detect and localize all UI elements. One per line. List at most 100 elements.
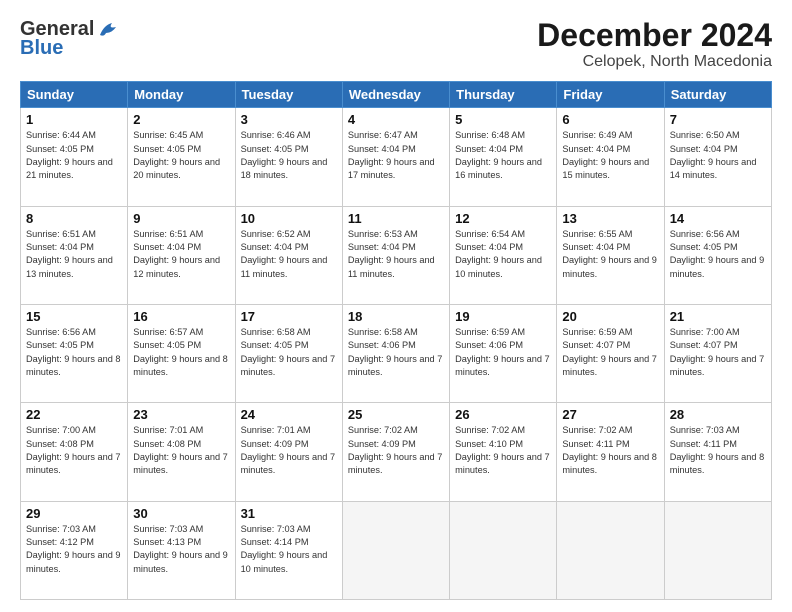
day-info: Sunrise: 6:56 AMSunset: 4:05 PMDaylight:… [670, 228, 766, 281]
day-number: 12 [455, 211, 551, 226]
calendar-week-5: 29 Sunrise: 7:03 AMSunset: 4:12 PMDayligh… [21, 501, 772, 599]
day-info: Sunrise: 6:58 AMSunset: 4:06 PMDaylight:… [348, 326, 444, 379]
day-number: 27 [562, 407, 658, 422]
calendar-cell: 26 Sunrise: 7:02 AMSunset: 4:10 PMDayligh… [450, 403, 557, 501]
calendar-cell: 30Sunrise: 7:03 AMSunset: 4:13 PMDayligh… [128, 501, 235, 599]
day-number: 9 [133, 211, 229, 226]
calendar-cell: 22 Sunrise: 7:00 AMSunset: 4:08 PMDayligh… [21, 403, 128, 501]
day-number: 1 [26, 112, 122, 127]
weekday-header-friday: Friday [557, 82, 664, 108]
title-block: December 2024 Celopek, North Macedonia [537, 18, 772, 71]
calendar-cell: 14 Sunrise: 6:56 AMSunset: 4:05 PMDayligh… [664, 206, 771, 304]
day-info: Sunrise: 6:51 AMSunset: 4:04 PMDaylight:… [133, 228, 229, 281]
day-info: Sunrise: 6:44 AMSunset: 4:05 PMDaylight:… [26, 129, 122, 182]
calendar-cell: 23Sunrise: 7:01 AMSunset: 4:08 PMDayligh… [128, 403, 235, 501]
day-number: 20 [562, 309, 658, 324]
calendar-cell [450, 501, 557, 599]
calendar-cell: 25Sunrise: 7:02 AMSunset: 4:09 PMDayligh… [342, 403, 449, 501]
calendar-cell: 2 Sunrise: 6:45 AMSunset: 4:05 PMDaylight… [128, 108, 235, 206]
weekday-header-wednesday: Wednesday [342, 82, 449, 108]
calendar-cell: 31 Sunrise: 7:03 AMSunset: 4:14 PMDayligh… [235, 501, 342, 599]
day-info: Sunrise: 6:45 AMSunset: 4:05 PMDaylight:… [133, 129, 229, 182]
day-number: 22 [26, 407, 122, 422]
calendar-cell: 29 Sunrise: 7:03 AMSunset: 4:12 PMDayligh… [21, 501, 128, 599]
day-info: Sunrise: 6:49 AMSunset: 4:04 PMDaylight:… [562, 129, 658, 182]
day-info: Sunrise: 6:59 AMSunset: 4:06 PMDaylight:… [455, 326, 551, 379]
calendar-cell: 19 Sunrise: 6:59 AMSunset: 4:06 PMDayligh… [450, 304, 557, 402]
calendar-week-3: 15Sunrise: 6:56 AMSunset: 4:05 PMDayligh… [21, 304, 772, 402]
day-info: Sunrise: 6:52 AMSunset: 4:04 PMDaylight:… [241, 228, 337, 281]
calendar-cell: 10 Sunrise: 6:52 AMSunset: 4:04 PMDayligh… [235, 206, 342, 304]
day-number: 19 [455, 309, 551, 324]
calendar-cell [342, 501, 449, 599]
day-info: Sunrise: 7:00 AMSunset: 4:07 PMDaylight:… [670, 326, 766, 379]
day-number: 3 [241, 112, 337, 127]
day-info: Sunrise: 6:46 AMSunset: 4:05 PMDaylight:… [241, 129, 337, 182]
day-number: 15 [26, 309, 122, 324]
logo-bird-icon [98, 21, 120, 39]
calendar-cell: 20 Sunrise: 6:59 AMSunset: 4:07 PMDayligh… [557, 304, 664, 402]
day-number: 24 [241, 407, 337, 422]
day-number: 18 [348, 309, 444, 324]
calendar-cell: 7 Sunrise: 6:50 AMSunset: 4:04 PMDaylight… [664, 108, 771, 206]
day-info: Sunrise: 7:01 AMSunset: 4:08 PMDaylight:… [133, 424, 229, 477]
calendar-cell: 13Sunrise: 6:55 AMSunset: 4:04 PMDayligh… [557, 206, 664, 304]
day-number: 5 [455, 112, 551, 127]
month-title: December 2024 [537, 18, 772, 53]
calendar-cell: 21Sunrise: 7:00 AMSunset: 4:07 PMDayligh… [664, 304, 771, 402]
logo: General Blue [20, 18, 120, 60]
calendar-week-2: 8 Sunrise: 6:51 AMSunset: 4:04 PMDaylight… [21, 206, 772, 304]
day-info: Sunrise: 7:02 AMSunset: 4:10 PMDaylight:… [455, 424, 551, 477]
day-info: Sunrise: 7:00 AMSunset: 4:08 PMDaylight:… [26, 424, 122, 477]
day-number: 7 [670, 112, 766, 127]
day-number: 31 [241, 506, 337, 521]
day-info: Sunrise: 7:03 AMSunset: 4:11 PMDaylight:… [670, 424, 766, 477]
calendar-cell: 28 Sunrise: 7:03 AMSunset: 4:11 PMDayligh… [664, 403, 771, 501]
weekday-header-thursday: Thursday [450, 82, 557, 108]
calendar-cell: 3 Sunrise: 6:46 AMSunset: 4:05 PMDaylight… [235, 108, 342, 206]
calendar-cell: 8 Sunrise: 6:51 AMSunset: 4:04 PMDaylight… [21, 206, 128, 304]
calendar-cell: 12Sunrise: 6:54 AMSunset: 4:04 PMDayligh… [450, 206, 557, 304]
calendar-cell: 15Sunrise: 6:56 AMSunset: 4:05 PMDayligh… [21, 304, 128, 402]
day-number: 30 [133, 506, 229, 521]
calendar-cell: 5Sunrise: 6:48 AMSunset: 4:04 PMDaylight… [450, 108, 557, 206]
day-number: 8 [26, 211, 122, 226]
day-info: Sunrise: 6:53 AMSunset: 4:04 PMDaylight:… [348, 228, 444, 281]
day-number: 13 [562, 211, 658, 226]
calendar-cell: 4 Sunrise: 6:47 AMSunset: 4:04 PMDaylight… [342, 108, 449, 206]
day-info: Sunrise: 7:02 AMSunset: 4:11 PMDaylight:… [562, 424, 658, 477]
weekday-header-saturday: Saturday [664, 82, 771, 108]
day-info: Sunrise: 7:01 AMSunset: 4:09 PMDaylight:… [241, 424, 337, 477]
calendar-table: SundayMondayTuesdayWednesdayThursdayFrid… [20, 81, 772, 600]
day-info: Sunrise: 7:03 AMSunset: 4:14 PMDaylight:… [241, 523, 337, 576]
calendar-cell: 11 Sunrise: 6:53 AMSunset: 4:04 PMDayligh… [342, 206, 449, 304]
day-number: 17 [241, 309, 337, 324]
weekday-header-row: SundayMondayTuesdayWednesdayThursdayFrid… [21, 82, 772, 108]
logo-blue: Blue [20, 37, 63, 60]
calendar-cell: 16 Sunrise: 6:57 AMSunset: 4:05 PMDayligh… [128, 304, 235, 402]
day-number: 2 [133, 112, 229, 127]
day-info: Sunrise: 6:47 AMSunset: 4:04 PMDaylight:… [348, 129, 444, 182]
day-number: 11 [348, 211, 444, 226]
day-info: Sunrise: 6:59 AMSunset: 4:07 PMDaylight:… [562, 326, 658, 379]
weekday-header-monday: Monday [128, 82, 235, 108]
weekday-header-sunday: Sunday [21, 82, 128, 108]
calendar-cell: 24 Sunrise: 7:01 AMSunset: 4:09 PMDayligh… [235, 403, 342, 501]
day-number: 4 [348, 112, 444, 127]
day-number: 29 [26, 506, 122, 521]
day-number: 16 [133, 309, 229, 324]
calendar-cell: 27 Sunrise: 7:02 AMSunset: 4:11 PMDayligh… [557, 403, 664, 501]
day-info: Sunrise: 6:50 AMSunset: 4:04 PMDaylight:… [670, 129, 766, 182]
day-info: Sunrise: 7:03 AMSunset: 4:12 PMDaylight:… [26, 523, 122, 576]
day-info: Sunrise: 6:57 AMSunset: 4:05 PMDaylight:… [133, 326, 229, 379]
day-number: 26 [455, 407, 551, 422]
calendar-week-1: 1 Sunrise: 6:44 AMSunset: 4:05 PMDaylight… [21, 108, 772, 206]
calendar-cell: 1 Sunrise: 6:44 AMSunset: 4:05 PMDaylight… [21, 108, 128, 206]
day-number: 10 [241, 211, 337, 226]
location: Celopek, North Macedonia [537, 53, 772, 71]
day-number: 14 [670, 211, 766, 226]
calendar-cell: 18 Sunrise: 6:58 AMSunset: 4:06 PMDayligh… [342, 304, 449, 402]
weekday-header-tuesday: Tuesday [235, 82, 342, 108]
day-info: Sunrise: 6:51 AMSunset: 4:04 PMDaylight:… [26, 228, 122, 281]
day-number: 28 [670, 407, 766, 422]
